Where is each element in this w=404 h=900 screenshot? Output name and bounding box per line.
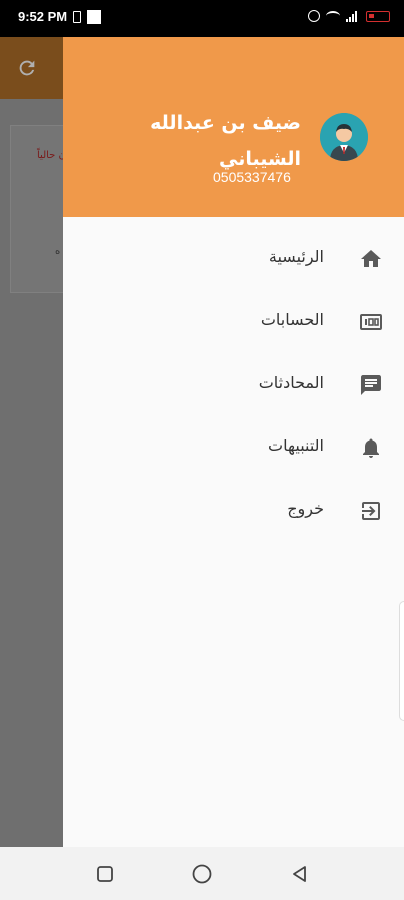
user-avatar-icon: [320, 113, 368, 161]
recents-icon[interactable]: [94, 863, 116, 885]
edge-handle[interactable]: [399, 601, 404, 721]
menu-label-logout: خروج: [287, 499, 324, 518]
menu-item-logout[interactable]: خروج: [63, 479, 404, 542]
drawer-menu: الرئيسية الحسابات المحادثات التنبيهات خر…: [63, 227, 404, 542]
status-left-icons: [73, 10, 101, 24]
signal-icon: [346, 10, 360, 22]
wifi-icon: [326, 11, 340, 21]
battery-icon: [366, 10, 390, 22]
status-time: 9:52 PM: [18, 9, 68, 24]
alarm-icon: [308, 10, 320, 22]
system-nav-bar: [0, 847, 404, 900]
menu-item-chats[interactable]: المحادثات: [63, 353, 404, 416]
menu-label-chats: المحادثات: [258, 373, 324, 392]
menu-item-home[interactable]: الرئيسية: [63, 227, 404, 290]
status-right-icons: [308, 10, 390, 22]
back-icon[interactable]: [289, 863, 311, 885]
bell-icon: [363, 438, 379, 458]
drawer-header: ضيف بن عبدالله الشيباني 0505337476: [63, 37, 404, 217]
menu-label-accounts: الحسابات: [260, 310, 324, 329]
background-card-text-2: ه: [55, 246, 61, 257]
navigation-drawer: ضيف بن عبدالله الشيباني 0505337476 الرئي…: [63, 37, 404, 847]
home-icon: [361, 250, 381, 267]
menu-item-accounts[interactable]: الحسابات: [63, 290, 404, 353]
refresh-icon[interactable]: [16, 57, 38, 79]
menu-item-notifications[interactable]: التنبيهات: [63, 416, 404, 479]
avatar[interactable]: [320, 113, 368, 161]
user-name: ضيف بن عبدالله الشيباني: [150, 112, 301, 170]
logout-icon: [362, 502, 380, 520]
menu-label-notifications: التنبيهات: [268, 436, 324, 455]
background-card-text: ن حالياً: [37, 150, 66, 161]
accounts-icon: [360, 314, 382, 330]
notification-icon: [87, 10, 101, 24]
chat-icon: [361, 375, 381, 395]
sim-icon: [73, 11, 81, 23]
menu-label-home: الرئيسية: [268, 247, 324, 266]
status-bar: 9:52 PM: [0, 0, 404, 37]
user-phone: 0505337476: [213, 169, 291, 185]
home-button-icon[interactable]: [191, 863, 213, 885]
